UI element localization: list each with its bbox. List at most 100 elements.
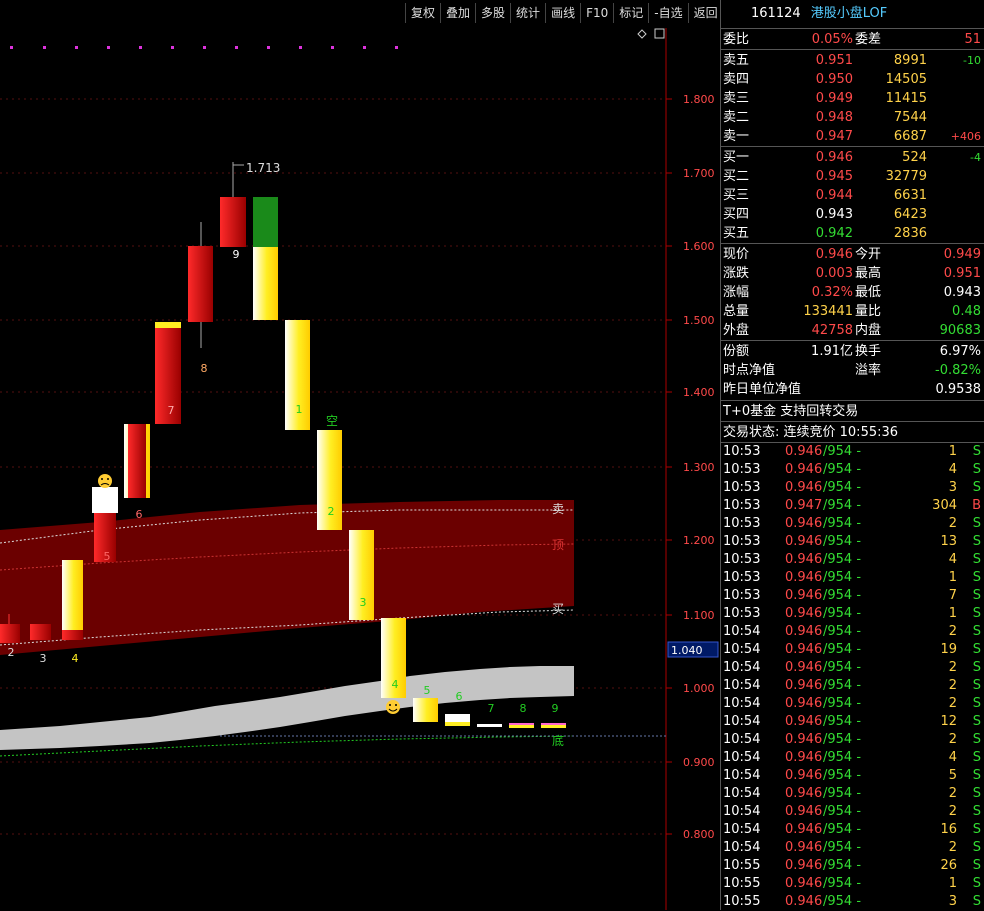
ask-volume: 14505	[885, 72, 927, 87]
tick-time: 10:54	[723, 822, 761, 837]
tick-bid: /954 -	[823, 624, 862, 639]
stat-label: 现价	[723, 247, 750, 262]
ask-label: 卖五	[723, 53, 750, 68]
bid-row: 买三 0.944 6631	[721, 186, 984, 205]
count-label: 4	[392, 678, 399, 691]
tick-side: S	[972, 678, 981, 693]
stock-header: 161124 港股小盘LOF	[721, 0, 984, 29]
stat-value: 42758	[811, 323, 853, 338]
smile-face-icon	[386, 700, 400, 714]
tick-price: 0.946	[785, 750, 823, 765]
separator	[721, 400, 984, 401]
tick-time: 10:53	[723, 444, 761, 459]
tick-bid: /954 -	[823, 552, 862, 567]
separator	[721, 421, 984, 422]
tick-row: 10:55 0.946/954 - 26 S	[721, 856, 984, 875]
band-buy-label: 买	[552, 602, 564, 616]
tick-price: 0.946	[785, 858, 823, 873]
stat-value-2: 90683	[939, 323, 981, 338]
tick-row: 10:53 0.946/954 - 2S	[721, 514, 984, 533]
separator	[721, 146, 984, 147]
candle-3	[62, 560, 83, 630]
tick-volume: 4	[948, 552, 957, 567]
stat-label: 涨幅	[723, 285, 750, 300]
tick-volume: 2	[948, 660, 957, 675]
tick-price: 0.946	[785, 768, 823, 783]
bid-label: 买二	[723, 169, 750, 184]
tick-bid: /954 -	[823, 642, 862, 657]
tick-row: 10:53 0.946/954 - 4S	[721, 550, 984, 569]
y-tick-label: 1.100	[683, 609, 715, 622]
count-label: 8	[520, 702, 527, 715]
tick-row: 10:54 0.946/954 - 2S	[721, 676, 984, 695]
diamond-icon[interactable]	[637, 29, 647, 39]
tick-side: S	[972, 804, 981, 819]
fene-label: 份额	[723, 344, 750, 359]
tick-time: 10:53	[723, 588, 761, 603]
tick-price: 0.946	[785, 534, 823, 549]
ask-row: 卖五 0.951 8991 -10	[721, 51, 984, 70]
bid-volume: 6423	[893, 207, 927, 222]
ask-price: 0.948	[815, 110, 853, 125]
window-icon[interactable]	[654, 28, 665, 39]
tick-price: 0.946	[785, 570, 823, 585]
tick-side: S	[972, 606, 981, 621]
tick-volume: 4	[948, 750, 957, 765]
tick-row: 10:53 0.946/954 - 1S	[721, 568, 984, 587]
tick-price: 0.946	[785, 894, 823, 909]
tick-bid: /954 -	[823, 660, 862, 675]
weibi-row: 委比 0.05% 委差 51	[721, 30, 984, 49]
y-tick-label: 0.900	[683, 756, 715, 769]
tick-row: 10:53 0.946/954 - 3S	[721, 478, 984, 497]
weicha-label: 委差	[855, 32, 882, 47]
stat-value: 0.946	[815, 247, 853, 262]
ask-price: 0.950	[815, 72, 853, 87]
tick-time: 10:54	[723, 804, 761, 819]
ask-row: 卖二 0.948 7544	[721, 108, 984, 127]
stock-code: 161124	[751, 6, 801, 21]
weicha-value: 51	[964, 32, 981, 47]
tick-bid: /954 -	[823, 678, 862, 693]
chart-canvas[interactable]: 1.800 1.700 1.600 1.500 1.400 1.300 1.200 1.100…	[0, 0, 720, 910]
tick-bid: /954 -	[823, 750, 862, 765]
prev-nav-label: 昨日单位净值	[723, 382, 802, 397]
y-tick-label: 1.300	[683, 461, 715, 474]
tick-time: 10:54	[723, 750, 761, 765]
ask-volume: 6687	[893, 129, 927, 144]
tick-row: 10:53 0.946/954 - 4S	[721, 460, 984, 479]
prev-nav-value: 0.9538	[935, 382, 982, 397]
tick-volume: 1	[948, 444, 957, 459]
tick-price: 0.946	[785, 444, 823, 459]
tick-side: S	[972, 570, 981, 585]
tick-price: 0.946	[785, 606, 823, 621]
stat-value: 0.003	[815, 266, 853, 281]
tick-volume: 2	[948, 696, 957, 711]
stat-row: 涨幅 0.32% 最低 0.943	[721, 283, 984, 302]
tick-side: S	[972, 768, 981, 783]
tick-price: 0.946	[785, 732, 823, 747]
tick-bid: /954 -	[823, 822, 862, 837]
tick-side: S	[972, 552, 981, 567]
stat-value-2: 0.951	[943, 266, 981, 281]
candle-8	[220, 197, 246, 247]
tick-side: S	[972, 786, 981, 801]
kline-chart[interactable]: 复权 叠加 多股 统计 画线 F10 标记 -自选 返回 1.800 1.700…	[0, 0, 720, 910]
tick-time: 10:54	[723, 768, 761, 783]
tick-side: S	[972, 858, 981, 873]
candle-9	[253, 247, 278, 320]
tick-row: 10:54 0.946/954 - 2S	[721, 730, 984, 749]
tick-volume: 2	[948, 840, 957, 855]
count-label: 6	[456, 690, 463, 703]
tick-bid: /954 -	[823, 858, 862, 873]
tick-side: S	[972, 642, 981, 657]
price-tag: 1.040	[671, 644, 703, 657]
tick-row: 10:54 0.946/954 - 2S	[721, 784, 984, 803]
ask-label: 卖一	[723, 129, 750, 144]
bid-row: 买五 0.942 2836	[721, 224, 984, 243]
huanshou-value: 6.97%	[939, 344, 981, 359]
count-label: 9	[233, 248, 240, 261]
bid-price: 0.946	[815, 150, 853, 165]
tick-bid: /954 -	[823, 696, 862, 711]
separator	[721, 243, 984, 244]
band-bottom-label: 底	[552, 733, 564, 748]
